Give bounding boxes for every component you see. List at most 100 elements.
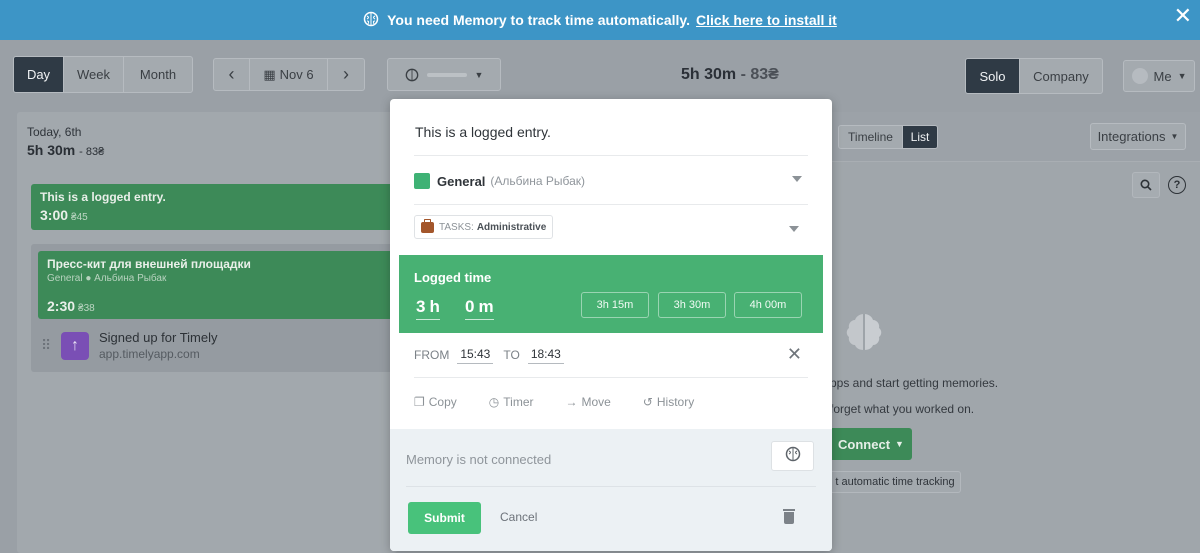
tab-month[interactable]: Month — [124, 57, 192, 92]
day-column: Today, 6th 5h 30m - 83₴ This is a logged… — [17, 112, 401, 553]
modal-footer: Memory is not connected Submit Cancel — [390, 429, 832, 551]
day-total: 5h 30m - 83₴ — [27, 142, 104, 158]
timer-button[interactable]: ◷ Timer — [489, 395, 550, 409]
to-label: TO — [503, 348, 520, 362]
project-select[interactable]: General (Альбина Рыбак) — [414, 170, 808, 192]
project-name: General — [437, 173, 486, 189]
memory-url: app.timelyapp.com — [99, 347, 200, 361]
calendar-icon: ▦ — [263, 66, 276, 82]
drag-handle-icon[interactable]: ⠿ — [41, 337, 61, 354]
placeholder-bar — [426, 72, 467, 77]
chevron-down-icon: ▼ — [895, 439, 904, 449]
entry-title: This is a logged entry. — [40, 190, 166, 204]
user-label: Me — [1153, 68, 1172, 84]
minutes-unit: m — [478, 297, 494, 316]
memory-connect-button[interactable] — [771, 441, 814, 471]
tab-day[interactable]: Day — [14, 57, 64, 92]
hours-unit: h — [429, 297, 440, 316]
clear-range-icon[interactable]: ✕ — [787, 344, 802, 365]
connect-button[interactable]: Connect ▼ — [830, 428, 912, 460]
minutes-input[interactable]: 0m — [465, 297, 494, 320]
avatar — [1131, 68, 1148, 84]
integrations-label: Integrations — [1097, 129, 1166, 144]
move-button[interactable]: → Move — [565, 395, 626, 409]
brain-icon — [840, 308, 888, 356]
submit-button[interactable]: Submit — [408, 502, 481, 534]
copy-button[interactable]: ❐ Copy — [414, 395, 473, 409]
to-input[interactable]: 18:43 — [527, 347, 564, 364]
help-icon[interactable]: ? — [1168, 176, 1186, 194]
entry-note-input[interactable]: This is a logged entry. — [415, 124, 551, 140]
cancel-button[interactable]: Cancel — [500, 510, 537, 524]
entry-actions: ❐ Copy ◷ Timer → Move ↺ History — [414, 395, 726, 409]
entry-duration: 3:00 ₴45 — [40, 207, 392, 223]
memory-dropdown[interactable]: ▼ — [387, 58, 501, 91]
preset-button[interactable]: 3h 30m — [658, 292, 726, 318]
install-link[interactable]: Click here to install it — [696, 12, 837, 28]
total-money: - 83₴ — [740, 66, 779, 83]
entry-subtitle: General ● Альбина Рыбак — [47, 273, 167, 284]
user-menu[interactable]: Me ▼ — [1123, 60, 1195, 92]
chevron-down-icon: ▼ — [474, 69, 484, 80]
date-label: Nov 6 — [279, 67, 314, 82]
timer-label: Timer — [503, 395, 534, 409]
logged-time-section: Logged time 3h 0m 3h 15m 3h 30m 4h 00m — [399, 255, 823, 333]
date-picker-button[interactable]: ▦ Nov 6 — [250, 59, 328, 90]
divider — [414, 204, 808, 205]
from-input[interactable]: 15:43 — [457, 347, 494, 364]
preset-button[interactable]: 3h 15m — [581, 292, 649, 318]
day-label: Today, 6th — [27, 125, 82, 139]
chevron-down-icon: ▼ — [1177, 71, 1187, 81]
minutes-value: 0 — [465, 297, 475, 316]
auto-tracking-button[interactable]: t automatic time tracking — [830, 471, 961, 493]
memories-panel: Timeline List Integrations ▼ ? pps and s… — [830, 112, 1200, 553]
history-button[interactable]: ↺ History — [643, 395, 710, 409]
next-day-button[interactable]: › — [328, 59, 364, 90]
entry-card[interactable]: Пресс-кит для внешней площадки General ●… — [38, 251, 393, 319]
entry-duration: 2:30 ₴38 — [47, 298, 384, 314]
project-owner: (Альбина Рыбак) — [490, 174, 586, 188]
hours-input[interactable]: 3h — [416, 297, 440, 320]
tab-week[interactable]: Week — [64, 57, 124, 92]
tag-prefix: TASKS: — [439, 221, 474, 233]
memories-toolbar: Timeline List Integrations ▼ — [830, 112, 1200, 162]
entry-money: ₴45 — [71, 212, 88, 223]
day-total-time: 5h 30m — [27, 142, 76, 158]
chevron-down-icon: ▼ — [1170, 132, 1179, 141]
memories-hint-line-1: pps and start getting memories. — [830, 376, 999, 390]
close-icon[interactable]: ✕ — [1174, 3, 1192, 29]
task-tag[interactable]: TASKS: Administrative — [414, 215, 554, 239]
divider — [414, 155, 808, 156]
memory-item[interactable]: ⠿ ↑ Signed up for Timely app.timelyapp.c… — [41, 330, 218, 361]
clock-icon: ◷ — [488, 395, 500, 409]
trash-icon[interactable] — [783, 509, 795, 524]
preset-button[interactable]: 4h 00m — [734, 292, 802, 318]
entry-group: Пресс-кит для внешней площадки General ●… — [31, 244, 401, 372]
move-label: Move — [581, 395, 611, 409]
tab-solo[interactable]: Solo — [966, 59, 1020, 93]
entry-duration-value: 2:30 — [47, 298, 76, 314]
integrations-dropdown[interactable]: Integrations ▼ — [1090, 123, 1186, 150]
scope-switcher: Solo Company — [965, 58, 1103, 94]
tag-value: Administrative — [476, 221, 547, 233]
arrow-right-icon: → — [565, 395, 578, 409]
tab-list[interactable]: List — [903, 126, 937, 148]
chevron-down-icon[interactable] — [789, 226, 799, 232]
memory-status: Memory is not connected — [406, 452, 552, 467]
timely-app-icon: ↑ — [61, 331, 89, 360]
entry-money: ₴38 — [78, 303, 95, 314]
project-color-swatch — [414, 173, 430, 189]
chevron-down-icon — [792, 176, 802, 182]
hours-value: 3 — [416, 297, 426, 316]
divider — [414, 377, 808, 378]
entry-duration-value: 3:00 — [40, 207, 69, 223]
entry-card[interactable]: This is a logged entry. 3:00 ₴45 — [31, 184, 401, 230]
prev-day-button[interactable]: ‹ — [214, 59, 250, 90]
user-menu-inner: Me ▼ — [1124, 61, 1194, 91]
search-icon[interactable] — [1132, 172, 1160, 198]
tab-company[interactable]: Company — [1020, 59, 1102, 93]
memories-view-switcher: Timeline List — [838, 125, 938, 149]
divider — [406, 486, 816, 487]
tab-timeline[interactable]: Timeline — [839, 126, 903, 148]
copy-label: Copy — [428, 395, 457, 409]
